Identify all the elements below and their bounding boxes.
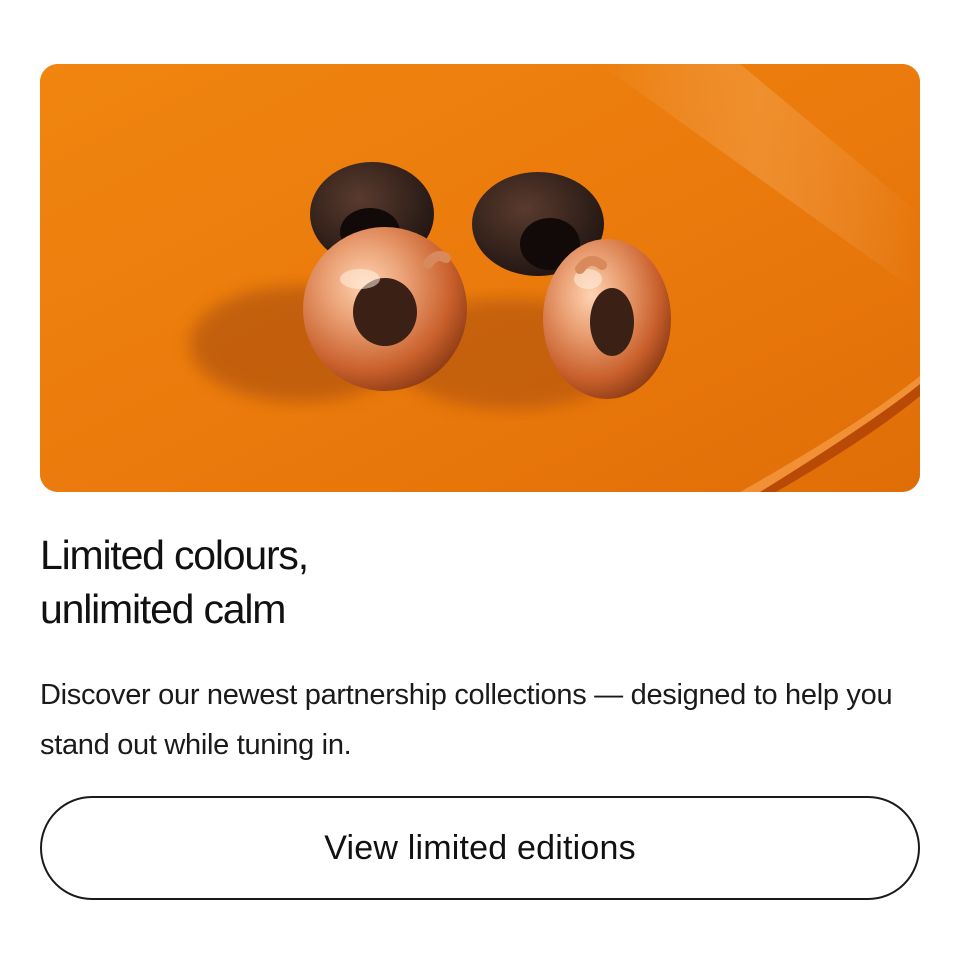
- description-text: Discover our newest partnership collecti…: [40, 679, 893, 761]
- earplugs-photo: [40, 64, 920, 492]
- headline: Limited colours, unlimited calm: [40, 528, 900, 636]
- headline-line-1: Limited colours,: [40, 532, 309, 578]
- headline-line-2: unlimited calm: [40, 586, 286, 632]
- hero-image: [40, 64, 920, 492]
- view-limited-editions-button[interactable]: View limited editions: [40, 796, 920, 900]
- button-label: View limited editions: [324, 828, 636, 867]
